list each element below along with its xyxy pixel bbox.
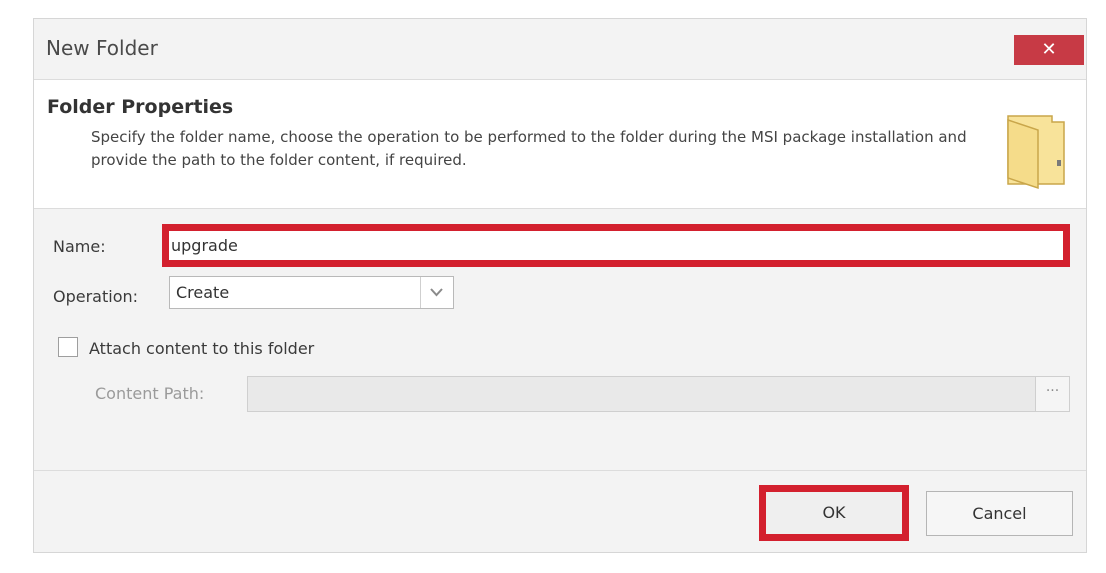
operation-select[interactable]: Create <box>169 276 454 309</box>
new-folder-dialog: New Folder ✕ Folder Properties Specify t… <box>33 18 1087 553</box>
title-bar: New Folder ✕ <box>34 19 1086 79</box>
ellipsis-icon: ··· <box>1045 383 1060 399</box>
operation-label: Operation: <box>53 287 139 306</box>
ok-button[interactable]: OK <box>759 485 909 541</box>
attach-content-label[interactable]: Attach content to this folder <box>89 339 314 358</box>
header-panel: Folder Properties Specify the folder nam… <box>34 79 1086 209</box>
attach-content-checkbox[interactable] <box>58 337 78 357</box>
operation-value: Create <box>176 283 230 302</box>
dropdown-arrow[interactable] <box>420 277 453 308</box>
browse-button: ··· <box>1035 376 1070 412</box>
close-button[interactable]: ✕ <box>1014 35 1084 65</box>
folder-icon <box>1007 115 1065 190</box>
name-input[interactable] <box>162 224 1070 267</box>
content-path-input <box>247 376 1036 412</box>
close-icon: ✕ <box>1041 39 1057 60</box>
dialog-title: New Folder <box>46 36 158 60</box>
name-label: Name: <box>53 237 106 256</box>
chevron-down-icon <box>430 288 443 297</box>
header-description: Specify the folder name, choose the oper… <box>91 128 967 169</box>
content-path-label: Content Path: <box>95 384 205 403</box>
footer-divider <box>34 470 1086 471</box>
header-title: Folder Properties <box>47 96 234 118</box>
cancel-button[interactable]: Cancel <box>926 491 1073 536</box>
